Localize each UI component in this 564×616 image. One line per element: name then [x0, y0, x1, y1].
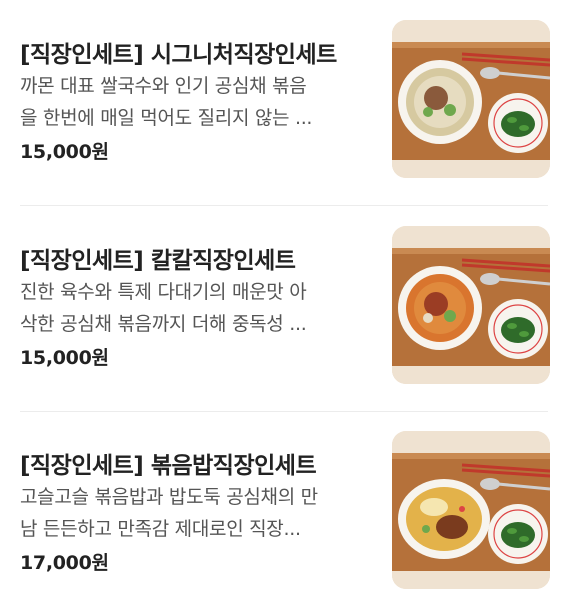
menu-item-description-line: 남 든든하고 만족감 제대로인 직장... [20, 518, 301, 540]
menu-item-photo[interactable] [392, 226, 550, 384]
spoon [480, 273, 500, 285]
menu-item-description: 까몬 대표 쌀국수와 인기 공심채 볶음 을 한번에 매일 먹어도 질리지 않는… [20, 70, 370, 134]
menu-item-title: [직장인세트] 칼칼직장인세트 [20, 248, 296, 274]
menu-item-description: 고슬고슬 볶음밥과 밥도둑 공심채의 만 남 든든하고 만족감 제대로인 직장.… [20, 481, 370, 545]
menu-item-title: [직장인세트] 볶음밥직장인세트 [20, 453, 317, 479]
menu-item-title: [직장인세트] 시그니처직장인세트 [20, 42, 337, 68]
menu-item-signature-set[interactable]: [직장인세트] 시그니처직장인세트 까몬 대표 쌀국수와 인기 공심채 볶음 을… [0, 0, 564, 206]
menu-item-description-line: 까몬 대표 쌀국수와 인기 공심채 볶음 [20, 75, 307, 97]
menu-item-description-line: 진한 육수와 특제 다대기의 매운맛 아 [20, 281, 307, 303]
menu-item-photo[interactable] [392, 20, 550, 178]
menu-item-price: 15,000원 [20, 141, 109, 163]
menu-item-description: 진한 육수와 특제 다대기의 매운맛 아 삭한 공심채 볶음까지 더해 중독성 … [20, 276, 370, 340]
menu-item-price: 17,000원 [20, 552, 109, 574]
menu-item-description-line: 삭한 공심채 볶음까지 더해 중독성 ... [20, 313, 307, 335]
menu-item-spicy-set[interactable]: [직장인세트] 칼칼직장인세트 진한 육수와 특제 다대기의 매운맛 아 삭한 … [0, 206, 564, 412]
menu-item-description-line: 을 한번에 매일 먹어도 질리지 않는 ... [20, 107, 313, 129]
spoon [480, 478, 500, 490]
menu-item-price: 15,000원 [20, 347, 109, 369]
menu-list: [직장인세트] 시그니처직장인세트 까몬 대표 쌀국수와 인기 공심채 볶음 을… [0, 0, 564, 612]
menu-item-photo[interactable] [392, 431, 550, 589]
menu-item-fried-rice-set[interactable]: [직장인세트] 볶음밥직장인세트 고슬고슬 볶음밥과 밥도둑 공심채의 만 남 … [0, 411, 564, 616]
spoon [480, 67, 500, 79]
menu-item-description-line: 고슬고슬 볶음밥과 밥도둑 공심채의 만 [20, 486, 318, 508]
